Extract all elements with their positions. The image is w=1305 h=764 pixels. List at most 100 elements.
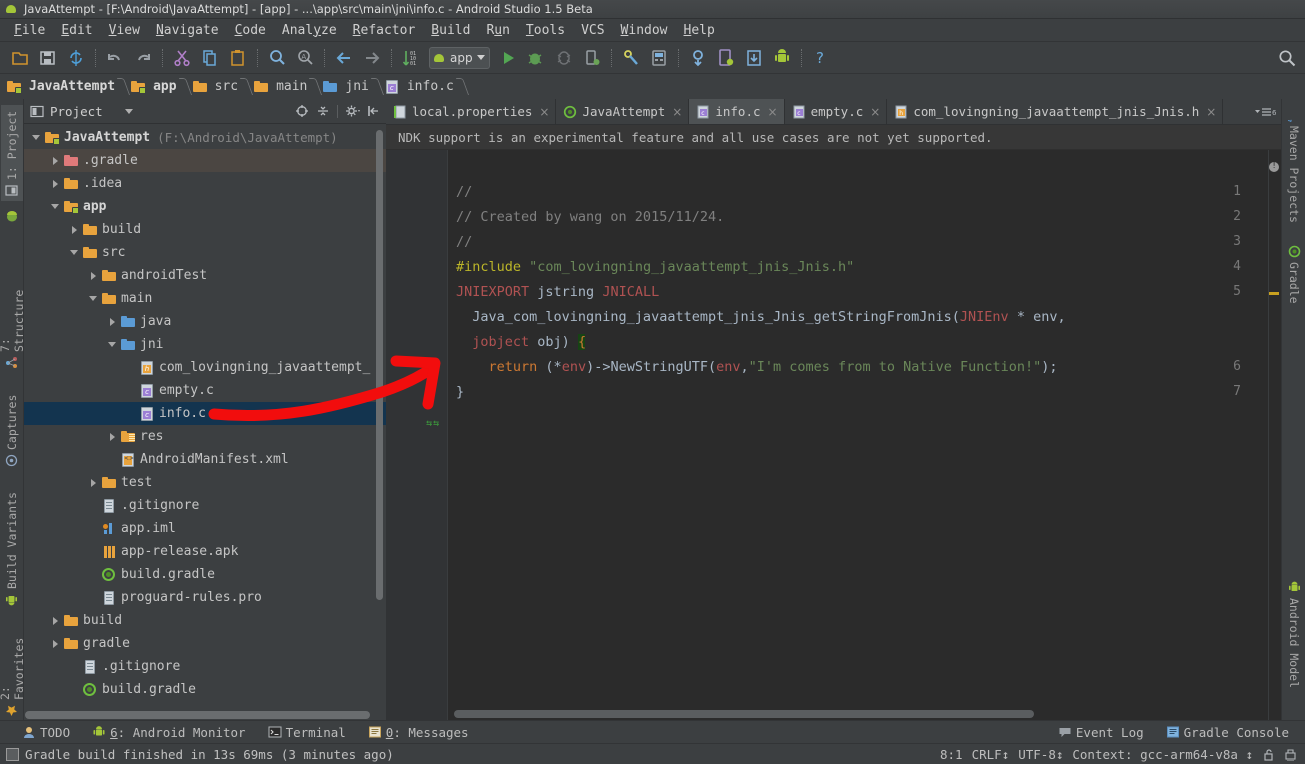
tab-close-icon[interactable]: ×: [539, 105, 549, 119]
caret-position[interactable]: 8:1: [940, 747, 963, 762]
tab-close-icon[interactable]: ×: [672, 105, 682, 119]
tree-item-src[interactable]: src: [24, 241, 386, 264]
breadcrumb-item-jni[interactable]: jni: [322, 74, 370, 99]
editor-horizontal-scrollbar[interactable]: [454, 710, 1034, 718]
debug-icon[interactable]: [526, 48, 546, 68]
menu-run[interactable]: Run: [478, 22, 517, 39]
back-icon[interactable]: [334, 48, 354, 68]
editor-scroll-track[interactable]: [1268, 150, 1281, 720]
chevron-down-icon[interactable]: [124, 108, 133, 114]
avd-manager-icon[interactable]: [649, 48, 669, 68]
collapse-all-icon[interactable]: [316, 104, 330, 118]
chevron-down-icon[interactable]: [106, 338, 119, 351]
menu-navigate[interactable]: Navigate: [148, 22, 227, 39]
chevron-down-icon[interactable]: [30, 131, 43, 144]
tree-item-app-iml[interactable]: app.iml: [24, 517, 386, 540]
menu-analyze[interactable]: Analyze: [274, 22, 345, 39]
paste-icon[interactable]: [228, 48, 248, 68]
tree-item-idea[interactable]: .idea: [24, 172, 386, 195]
settings-gear-icon[interactable]: [345, 104, 360, 118]
bottom-item-messages[interactable]: 0: Messages: [368, 725, 469, 740]
line-separator[interactable]: CRLF↕: [972, 747, 1010, 762]
chevron-right-icon[interactable]: [49, 154, 62, 167]
bottom-item-android-monitor[interactable]: 6: Android Monitor: [92, 725, 246, 740]
inspection-status-icon[interactable]: [1269, 161, 1279, 172]
chevron-right-icon[interactable]: [68, 223, 81, 236]
tab-local-properties[interactable]: local.properties ×: [386, 99, 557, 124]
code-line[interactable]: #include "com_lovingning_javaattempt_jni…: [456, 259, 854, 275]
tree-item-androidmanifest-xml[interactable]: AndroidManifest.xml: [24, 448, 386, 471]
menu-build[interactable]: Build: [423, 22, 478, 39]
inspection-icon[interactable]: [1284, 748, 1297, 762]
tree-item-proguard-rules-pro[interactable]: proguard-rules.pro: [24, 586, 386, 609]
code-line[interactable]: Java_com_lovingning_javaattempt_jnis_Jni…: [456, 309, 1065, 325]
file-encoding[interactable]: UTF-8↕: [1018, 747, 1063, 762]
chevron-right-icon[interactable]: [106, 315, 119, 328]
sort-icon[interactable]: 01 10 01: [401, 48, 421, 68]
forward-icon[interactable]: [362, 48, 382, 68]
chevron-right-icon[interactable]: [106, 430, 119, 443]
code-line[interactable]: return (*env)->NewStringUTF(env,"I'm com…: [456, 359, 1058, 375]
breadcrumb-item-src[interactable]: src: [192, 74, 240, 99]
undo-icon[interactable]: [105, 48, 125, 68]
project-tree[interactable]: JavaAttempt (F:\Android\JavaAttempt) .grad…: [24, 124, 386, 720]
search-icon[interactable]: [1277, 48, 1297, 68]
tree-item-app-release-apk[interactable]: app-release.apk: [24, 540, 386, 563]
code-line[interactable]: JNIEXPORT jstring JNICALL: [456, 284, 659, 300]
run-configuration-selector[interactable]: app: [429, 46, 490, 69]
tree-item-gitignore[interactable]: .gitignore: [24, 655, 386, 678]
sidebar-item-maven-projects[interactable]: m Maven Projects: [1283, 105, 1305, 227]
sidebar-item-structure[interactable]: 7: Structure: [0, 267, 26, 373]
sidebar-item-build-variants[interactable]: Build Variants: [1, 484, 23, 610]
tab-list-button[interactable]: 6: [1249, 99, 1281, 124]
sync-gradle-icon[interactable]: [688, 48, 708, 68]
redo-icon[interactable]: [133, 48, 153, 68]
tab-close-icon[interactable]: ×: [870, 105, 880, 119]
tree-item-res[interactable]: res: [24, 425, 386, 448]
tab-com-lovingning-javaattempt-jnis-jnis-h[interactable]: h com_lovingning_javaattempt_jnis_Jnis.h…: [887, 99, 1224, 124]
fold-marker-icon[interactable]: ⇆⇆: [426, 418, 440, 429]
tree-item-build-gradle[interactable]: build.gradle: [24, 678, 386, 701]
download-icon[interactable]: [744, 48, 764, 68]
bottom-item-gradle-console[interactable]: Gradle Console: [1166, 725, 1289, 740]
tree-item-build[interactable]: build: [24, 609, 386, 632]
tree-item-info-c[interactable]: c info.c: [24, 402, 386, 425]
tree-item-main[interactable]: main: [24, 287, 386, 310]
tree-item-gradle[interactable]: gradle: [24, 632, 386, 655]
chevron-right-icon[interactable]: [49, 637, 62, 650]
android-device-icon[interactable]: [772, 48, 792, 68]
unlocked-icon[interactable]: [1262, 748, 1275, 761]
menu-tools[interactable]: Tools: [518, 22, 573, 39]
code-line[interactable]: //: [456, 234, 472, 250]
tree-item-build[interactable]: build: [24, 218, 386, 241]
menu-edit[interactable]: Edit: [53, 22, 100, 39]
chevron-down-icon[interactable]: [476, 55, 485, 60]
menu-window[interactable]: Window: [613, 22, 676, 39]
attach-debugger-icon[interactable]: [582, 48, 602, 68]
find-replace-icon[interactable]: A: [295, 48, 315, 68]
tree-item-androidtest[interactable]: androidTest: [24, 264, 386, 287]
chevron-down-icon[interactable]: [49, 200, 62, 213]
breadcrumb-item-javaattempt[interactable]: JavaAttempt: [6, 74, 117, 99]
chevron-down-icon[interactable]: [68, 246, 81, 259]
bottom-item-event-log[interactable]: Event Log: [1058, 725, 1144, 740]
target-icon[interactable]: [295, 104, 309, 118]
bottom-item-terminal[interactable]: Terminal: [268, 725, 346, 740]
chevron-right-icon[interactable]: [49, 177, 62, 190]
menu-refactor[interactable]: Refactor: [345, 22, 424, 39]
tree-item-com-lovingning-javaattempt[interactable]: h com_lovingning_javaattempt_: [24, 356, 386, 379]
editor-warning-marker[interactable]: [1269, 292, 1279, 295]
chevron-right-icon[interactable]: [87, 269, 100, 282]
coverage-icon[interactable]: [554, 48, 574, 68]
copy-icon[interactable]: [200, 48, 220, 68]
tree-item-gradle[interactable]: .gradle: [24, 149, 386, 172]
tree-vertical-scrollbar[interactable]: [376, 130, 383, 600]
sidebar-item-project[interactable]: 1: Project: [1, 105, 23, 201]
menu-vcs[interactable]: VCS: [573, 22, 612, 39]
breadcrumb-item-main[interactable]: main: [253, 74, 309, 99]
tree-item-test[interactable]: test: [24, 471, 386, 494]
device-icon[interactable]: [716, 48, 736, 68]
find-icon[interactable]: [267, 48, 287, 68]
code-editor[interactable]: 1 2 3 4 5 6 7 ⇆⇆ // // Created by wang on 2015/…: [386, 150, 1281, 720]
chevron-down-icon[interactable]: [87, 292, 100, 305]
